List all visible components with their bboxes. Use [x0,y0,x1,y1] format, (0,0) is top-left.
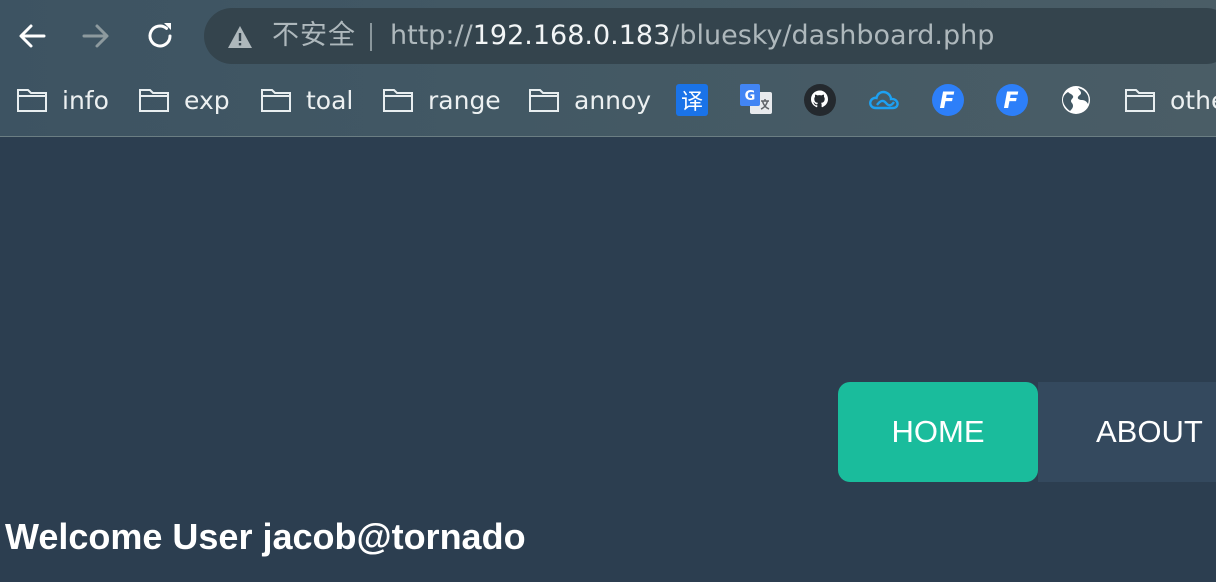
forward-button[interactable] [74,14,118,58]
fofa-glyph: F [939,89,954,114]
url-host: 192.168.0.183 [472,20,671,51]
omnibox-divider [370,23,372,51]
bookmark-folder-other[interactable]: othe [1124,76,1216,124]
cloud-icon[interactable] [868,84,900,116]
fofa-icon[interactable]: F [932,84,964,116]
fofa-icon-2[interactable]: F [996,84,1028,116]
back-arrow-icon [19,24,46,48]
google-translate-glyph: G [745,89,756,104]
google-translate-icon[interactable]: G [740,84,772,116]
forward-arrow-icon [82,24,109,48]
bookmarks-bar: info exp toal range annoy 译 G F F oth [0,76,1216,124]
folder-icon [260,87,292,113]
bookmark-label: othe [1170,85,1216,115]
github-icon[interactable] [804,84,836,116]
translate-glyph: 译 [681,90,703,115]
folder-icon [138,87,170,113]
fofa-glyph-2: F [1003,89,1018,114]
folder-icon [1124,87,1156,113]
url-text[interactable]: http://192.168.0.183/bluesky/dashboard.p… [390,20,994,52]
reload-icon [148,23,172,48]
back-button[interactable] [10,14,54,58]
bookmark-label: exp [184,85,230,115]
bookmark-folder-range[interactable]: range [382,76,501,124]
bookmark-folder-exp[interactable]: exp [138,76,230,124]
globe-icon[interactable] [1060,84,1092,116]
bookmark-folder-info[interactable]: info [16,76,109,124]
folder-icon [382,87,414,113]
bookmark-label: range [428,85,501,115]
address-bar[interactable]: 不安全 http://192.168.0.183/bluesky/dashboa… [204,8,1216,64]
bookmark-folder-annoy[interactable]: annoy [528,76,651,124]
url-path: /bluesky/dashboard.php [670,20,995,51]
security-label[interactable]: 不安全 [272,20,356,52]
nav-about-link[interactable]: ABOUT [1038,382,1216,482]
folder-icon [528,87,560,113]
warning-icon [228,26,252,48]
folder-icon [16,87,48,113]
bookmark-label: info [62,85,109,115]
welcome-heading: Welcome User jacob@tornado [5,516,526,557]
url-scheme: http:// [390,20,473,51]
bookmark-folder-toal[interactable]: toal [260,76,353,124]
bookmark-label: annoy [574,85,652,115]
browser-chrome: 不安全 http://192.168.0.183/bluesky/dashboa… [0,0,1216,137]
reload-button[interactable] [138,14,182,58]
translate-icon[interactable]: 译 [676,84,708,116]
bookmark-label: toal [306,85,354,115]
nav-home-link[interactable]: HOME [838,382,1038,482]
